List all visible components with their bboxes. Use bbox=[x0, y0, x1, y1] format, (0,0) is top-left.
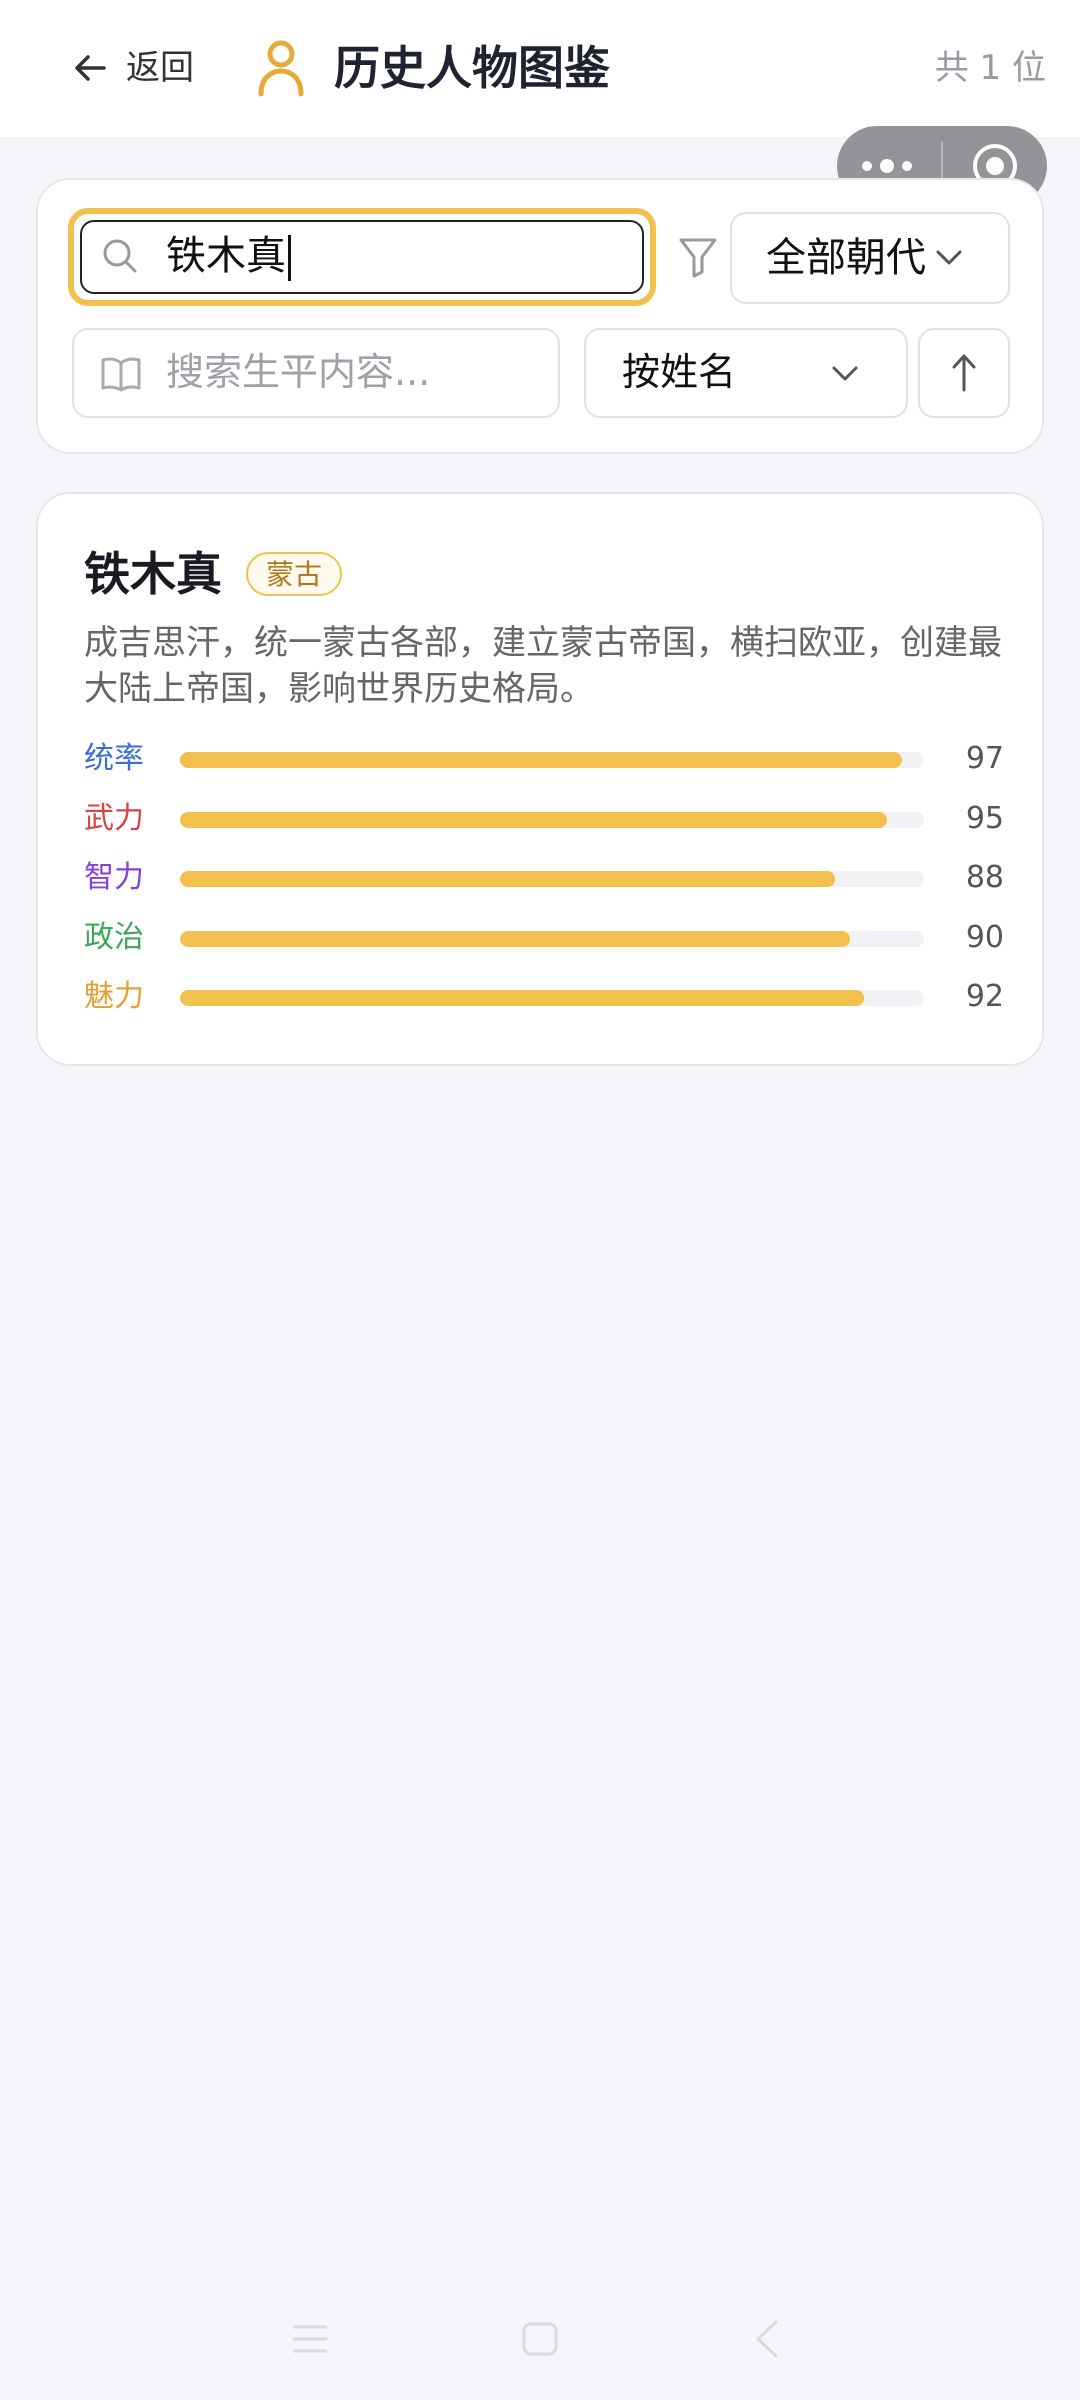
character-name: 铁木真 bbox=[84, 547, 222, 601]
stat-row: 政治 90 bbox=[84, 913, 1004, 963]
sort-select-label[interactable]: 按姓名 bbox=[622, 344, 736, 400]
back-button[interactable]: 返回 bbox=[126, 44, 194, 92]
filter-icon[interactable] bbox=[678, 236, 718, 278]
back-nav-icon[interactable] bbox=[752, 2318, 782, 2360]
stat-bar-fill bbox=[180, 930, 850, 947]
stat-label: 智力 bbox=[84, 860, 144, 895]
arrow-up-icon[interactable] bbox=[950, 352, 978, 394]
system-nav-bar bbox=[0, 2300, 1080, 2400]
stat-label: 魅力 bbox=[84, 979, 144, 1014]
stat-label: 政治 bbox=[84, 919, 144, 955]
chevron-down-icon[interactable] bbox=[830, 362, 860, 386]
menu-icon[interactable] bbox=[290, 2322, 330, 2356]
stat-label: 武力 bbox=[84, 800, 144, 836]
stat-value: 97 bbox=[965, 741, 1004, 776]
result-count: 共 1 位 bbox=[934, 48, 1046, 88]
text-cursor bbox=[288, 235, 291, 281]
stat-bar-fill bbox=[180, 871, 835, 887]
search-input-value[interactable]: 铁木真 bbox=[166, 228, 291, 284]
top-bar: 返回 历史人物图鉴 共 1 位 bbox=[0, 0, 1080, 139]
stat-value: 95 bbox=[965, 800, 1004, 836]
dynasty-badge: 蒙古 bbox=[246, 552, 343, 596]
page-title: 历史人物图鉴 bbox=[334, 41, 610, 95]
stat-value: 88 bbox=[965, 860, 1004, 895]
stat-bar-track bbox=[180, 871, 924, 887]
dynasty-select-label[interactable]: 全部朝代 bbox=[766, 230, 926, 286]
stat-value: 90 bbox=[965, 919, 1004, 955]
home-icon[interactable] bbox=[520, 2320, 560, 2358]
stat-bar-track bbox=[180, 811, 924, 828]
stat-label: 统率 bbox=[84, 741, 144, 776]
search-icon bbox=[103, 239, 137, 273]
chevron-down-icon[interactable] bbox=[934, 244, 964, 270]
stat-row: 统率 97 bbox=[84, 734, 1004, 784]
stat-bar-fill bbox=[180, 811, 887, 828]
stat-bar-fill bbox=[180, 752, 902, 768]
person-icon bbox=[258, 40, 304, 97]
stat-bar-fill bbox=[180, 990, 865, 1006]
name-search-input[interactable] bbox=[68, 208, 656, 306]
stat-row: 智力 88 bbox=[84, 853, 1004, 903]
stat-bar-track bbox=[180, 990, 924, 1006]
stat-row: 武力 95 bbox=[84, 794, 1004, 844]
stat-row: 魅力 92 bbox=[84, 972, 1004, 1022]
arrow-left-icon[interactable] bbox=[70, 48, 110, 88]
book-icon bbox=[101, 357, 141, 392]
stat-bar-track bbox=[180, 752, 924, 768]
search-input-border bbox=[80, 220, 644, 294]
content-search-placeholder[interactable]: 搜索生平内容... bbox=[166, 344, 430, 400]
stat-value: 92 bbox=[965, 979, 1004, 1014]
stat-bar-track bbox=[180, 930, 924, 947]
character-description: 成吉思汗，统一蒙古各部，建立蒙古帝国，横扫欧亚，创建最大陆上帝国，影响世界历史格… bbox=[84, 623, 1002, 709]
